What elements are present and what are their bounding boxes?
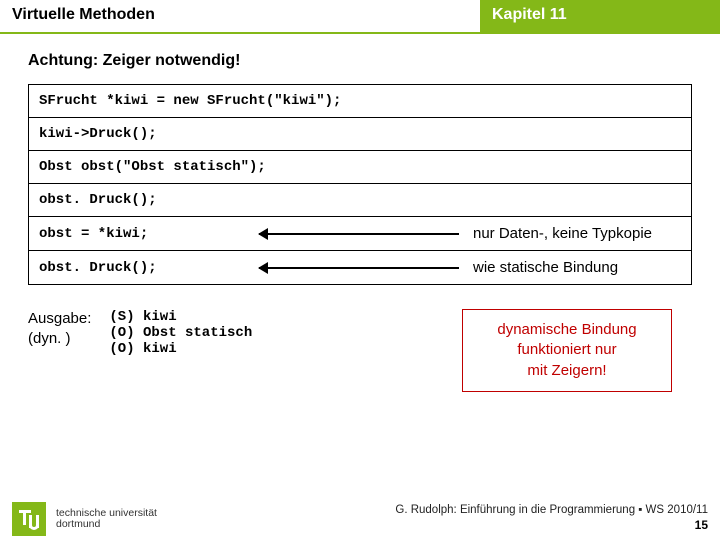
code-row: Obst obst("Obst statisch"); — [29, 150, 691, 183]
callout-line: dynamische Bindung — [481, 320, 653, 340]
slide-content: Achtung: Zeiger notwendig! SFrucht *kiwi… — [0, 34, 720, 392]
arrow-icon — [259, 267, 459, 269]
code-row: obst. Druck(); — [29, 183, 691, 216]
code-text: obst = *kiwi; — [39, 226, 259, 242]
code-text: obst. Druck(); — [39, 260, 259, 276]
output-label-line: Ausgabe: — [28, 309, 91, 329]
code-row: obst. Druck(); wie statische Bindung — [29, 250, 691, 284]
output-label-line: (dyn. ) — [28, 329, 91, 349]
callout-line: mit Zeigern! — [481, 361, 653, 381]
warning-heading: Achtung: Zeiger notwendig! — [28, 52, 692, 70]
callout-line: funktioniert nur — [481, 340, 653, 360]
output-area: Ausgabe: (dyn. ) (S) kiwi (O) Obst stati… — [28, 309, 692, 392]
code-row: obst = *kiwi; nur Daten-, keine Typkopie — [29, 216, 691, 250]
code-table: SFrucht *kiwi = new SFrucht("kiwi"); kiw… — [28, 84, 692, 285]
arrow-icon — [259, 233, 459, 235]
tu-logo-icon — [12, 502, 46, 536]
annotation-text: wie statische Bindung — [473, 259, 618, 276]
code-row: kiwi->Druck(); — [29, 117, 691, 150]
callout-box: dynamische Bindung funktioniert nur mit … — [462, 309, 672, 392]
output-lines: (S) kiwi (O) Obst statisch (O) kiwi — [109, 309, 252, 357]
slide-header: Virtuelle Methoden Kapitel 11 — [0, 0, 720, 34]
annotation-text: nur Daten-, keine Typkopie — [473, 225, 652, 242]
code-row: SFrucht *kiwi = new SFrucht("kiwi"); — [29, 85, 691, 117]
chapter-label: Kapitel 11 — [480, 0, 720, 34]
slide-title: Virtuelle Methoden — [0, 0, 480, 34]
logo-text: technische universität dortmund — [56, 508, 157, 530]
logo-line: dortmund — [56, 519, 157, 530]
slide-footer: G. Rudolph: Einführung in die Programmie… — [0, 502, 720, 540]
output-label: Ausgabe: (dyn. ) — [28, 309, 91, 348]
